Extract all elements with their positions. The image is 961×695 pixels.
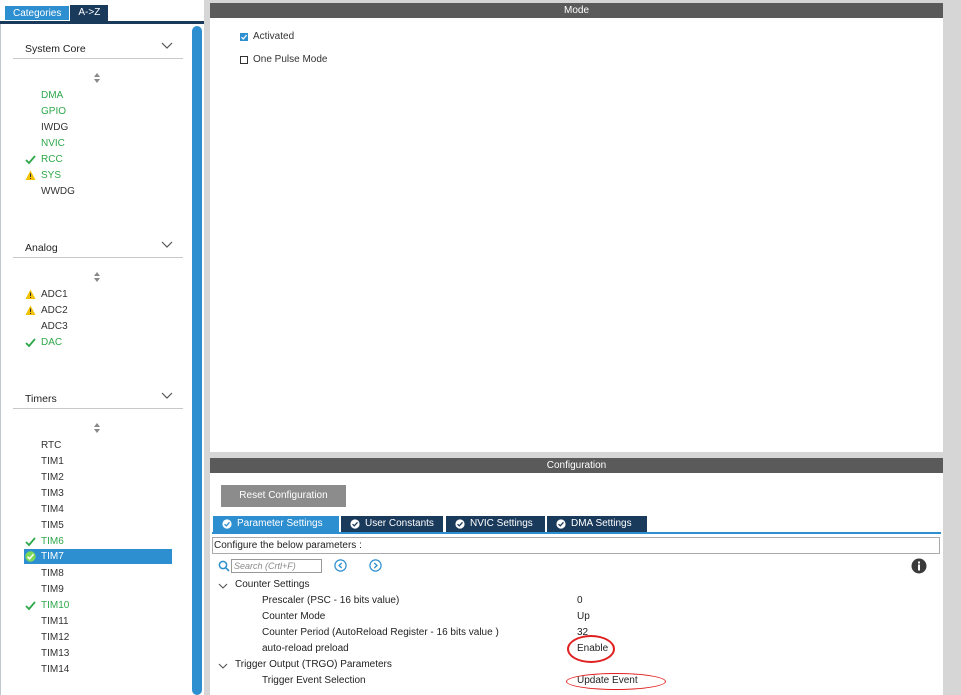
checkmark-icon <box>25 155 36 165</box>
sidebar-item-adc2[interactable]: ADC2 <box>41 303 68 318</box>
sidebar-item-tim3[interactable]: TIM3 <box>41 486 64 501</box>
param-name-trigger-event-selection: Trigger Event Selection <box>262 675 366 686</box>
chevron-down-icon[interactable] <box>161 240 173 250</box>
sidebar-item-sys[interactable]: SYS <box>41 168 61 183</box>
sidebar-item-tim9[interactable]: TIM9 <box>41 582 64 597</box>
next-icon[interactable] <box>369 559 382 572</box>
parameters-description: Configure the below parameters : <box>212 537 940 554</box>
category-timers[interactable]: Timers <box>13 389 183 409</box>
checkmark-icon <box>25 537 36 547</box>
sidebar-item-dma[interactable]: DMA <box>41 88 63 103</box>
warning-icon <box>25 289 36 299</box>
highlight-ring <box>567 635 615 663</box>
sidebar-item-tim2[interactable]: TIM2 <box>41 470 64 485</box>
sidebar-item-tim8[interactable]: TIM8 <box>41 566 64 581</box>
highlight-ring <box>566 673 666 690</box>
tab-nvic-settings[interactable]: NVIC Settings <box>446 516 545 532</box>
sort-icon[interactable] <box>92 422 102 434</box>
sidebar-item-tim13[interactable]: TIM13 <box>41 646 69 661</box>
param-name-counter-period: Counter Period (AutoReload Register - 16… <box>262 627 499 638</box>
sidebar-item-tim12[interactable]: TIM12 <box>41 630 69 645</box>
sidebar-item-tim4[interactable]: TIM4 <box>41 502 64 517</box>
checkmark-icon <box>25 601 36 611</box>
checkmark-circle-icon <box>222 519 232 529</box>
sidebar-frame <box>0 24 204 695</box>
tab-label: Parameter Settings <box>237 518 323 529</box>
sort-icon[interactable] <box>92 271 102 283</box>
one-pulse-mode-checkbox[interactable] <box>240 56 248 64</box>
sidebar-item-wwdg[interactable]: WWDG <box>41 184 75 199</box>
category-label: Analog <box>25 242 58 254</box>
sidebar-item-tim7[interactable]: TIM7 <box>41 549 64 564</box>
checkmark-circle-icon <box>25 551 36 562</box>
chevron-down-icon[interactable] <box>218 582 228 590</box>
group-trigger-output[interactable]: Trigger Output (TRGO) Parameters <box>235 659 392 670</box>
search-icon <box>218 560 230 572</box>
tab-label: User Constants <box>365 518 434 529</box>
checkmark-circle-icon <box>455 519 465 529</box>
activated-label: Activated <box>253 31 295 42</box>
param-name-auto-reload-preload: auto-reload preload <box>262 643 349 654</box>
sidebar-item-adc1[interactable]: ADC1 <box>41 287 68 302</box>
category-analog[interactable]: Analog <box>13 238 183 258</box>
sidebar-scrollbar[interactable] <box>192 26 202 695</box>
sidebar-item-dac[interactable]: DAC <box>41 335 62 350</box>
sidebar-item-iwdg[interactable]: IWDG <box>41 120 68 135</box>
previous-icon[interactable] <box>334 559 347 572</box>
tab-underline <box>212 532 941 534</box>
category-system-core[interactable]: System Core <box>13 39 183 59</box>
param-value-counter-mode[interactable]: Up <box>577 611 590 622</box>
sidebar-view-tabs: Categories A->Z <box>4 5 109 21</box>
tab-a-to-z[interactable]: A->Z <box>70 5 109 21</box>
configuration-panel-title: Configuration <box>210 458 943 473</box>
tab-parameter-settings[interactable]: Parameter Settings <box>213 516 339 532</box>
sidebar-item-rtc[interactable]: RTC <box>41 438 61 453</box>
param-name-counter-mode: Counter Mode <box>262 611 326 622</box>
one-pulse-mode-label: One Pulse Mode <box>253 54 328 65</box>
search-input[interactable]: Search (Crtl+F) <box>231 559 322 573</box>
tab-dma-settings[interactable]: DMA Settings <box>547 516 647 532</box>
category-label: Timers <box>25 393 57 405</box>
sidebar-item-adc3[interactable]: ADC3 <box>41 319 68 334</box>
chevron-down-icon[interactable] <box>161 391 173 401</box>
sidebar-item-gpio[interactable]: GPIO <box>41 104 66 119</box>
group-counter-settings[interactable]: Counter Settings <box>235 579 310 590</box>
sidebar-item-tim1[interactable]: TIM1 <box>41 454 64 469</box>
category-label: System Core <box>25 43 86 55</box>
reset-configuration-button[interactable]: Reset Configuration <box>221 485 346 507</box>
param-name-prescaler: Prescaler (PSC - 16 bits value) <box>262 595 400 606</box>
mode-panel <box>210 18 943 452</box>
tab-user-constants[interactable]: User Constants <box>341 516 443 532</box>
checkmark-icon <box>25 338 36 348</box>
sidebar-item-nvic[interactable]: NVIC <box>41 136 65 151</box>
warning-icon <box>25 170 36 180</box>
sidebar-item-tim6[interactable]: TIM6 <box>41 534 64 549</box>
tab-label: NVIC Settings <box>470 518 533 529</box>
sidebar-item-tim11[interactable]: TIM11 <box>41 614 69 629</box>
chevron-down-icon[interactable] <box>161 41 173 51</box>
info-icon[interactable] <box>911 558 927 574</box>
checkmark-circle-icon <box>556 519 566 529</box>
sidebar-item-tim10[interactable]: TIM10 <box>41 598 69 613</box>
mode-panel-title: Mode <box>210 3 943 18</box>
tab-label: DMA Settings <box>571 518 632 529</box>
chevron-down-icon[interactable] <box>218 662 228 670</box>
activated-checkbox[interactable] <box>240 33 248 41</box>
checkmark-circle-icon <box>350 519 360 529</box>
sidebar-item-tim5[interactable]: TIM5 <box>41 518 64 533</box>
sort-icon[interactable] <box>92 72 102 84</box>
sidebar-item-tim14[interactable]: TIM14 <box>41 662 69 677</box>
sidebar-item-rcc[interactable]: RCC <box>41 152 63 167</box>
tab-categories[interactable]: Categories <box>4 5 71 21</box>
warning-icon <box>25 305 36 315</box>
param-value-prescaler[interactable]: 0 <box>577 595 583 606</box>
